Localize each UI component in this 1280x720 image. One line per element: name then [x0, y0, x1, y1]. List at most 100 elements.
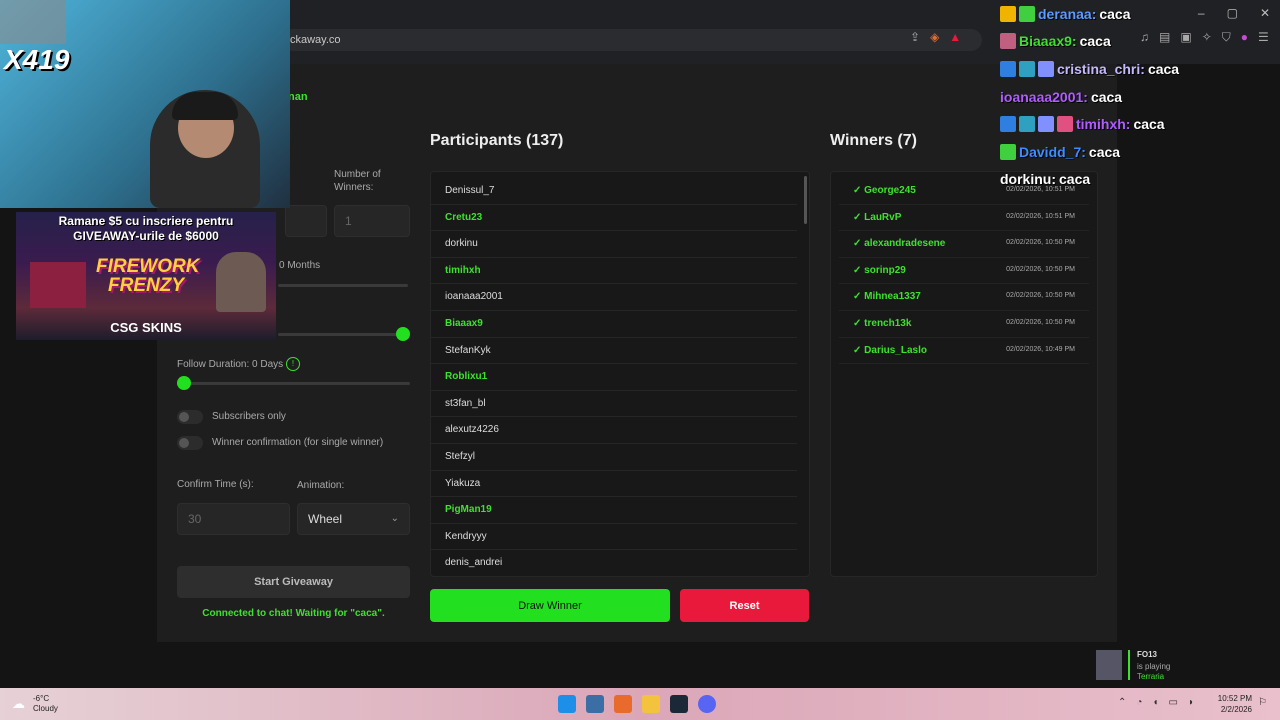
participant-row: st3fan_bl	[431, 391, 797, 418]
chat-message: Davidd_7: caca	[1000, 138, 1280, 166]
notification-status: is playing	[1137, 662, 1171, 671]
weather-widget[interactable]: -6°C Cloudy	[33, 694, 58, 714]
winner-timestamp: 02/02/2026, 10:50 PM	[1006, 318, 1075, 326]
chat-overlay: deranaa: caca Biaaax9: caca cristina_chri: ca…	[1000, 0, 1280, 193]
ad-line2: GIVEAWAY-urile de $6000	[73, 229, 219, 243]
multiplier-slider[interactable]	[278, 333, 408, 336]
chat-username: dorkinu:	[1000, 171, 1056, 188]
participant-row: Stefzyl	[431, 444, 797, 471]
brave-icon[interactable]	[614, 695, 632, 713]
start-giveaway-button[interactable]: Start Giveaway	[177, 566, 410, 598]
brave-shield-icon[interactable]: ◈	[930, 30, 939, 44]
participant-row: dorkinu	[431, 231, 797, 258]
confirm-time-input[interactable]: 30	[177, 503, 290, 535]
months-label: 0 Months	[279, 260, 321, 271]
address-bar[interactable]: ckaway.co	[282, 29, 982, 51]
chat-message: dorkinu: caca	[1000, 166, 1280, 194]
reset-button[interactable]: Reset	[680, 589, 809, 622]
chat-text: caca	[1133, 116, 1165, 133]
volume-icon[interactable]: ◖	[1152, 697, 1158, 708]
winner-row: ✓ trench13k 02/02/2026, 10:50 PM	[839, 311, 1089, 338]
taskbar-apps	[558, 695, 716, 713]
info-icon[interactable]: !	[286, 357, 300, 371]
participants-title: Participants (137)	[430, 132, 564, 149]
steam-notification: FO13 is playing Terraria	[1096, 648, 1180, 684]
friend-avatar	[1096, 650, 1122, 680]
follow-duration-slider[interactable]	[177, 382, 410, 385]
taskbar: ☁ -6°C Cloudy ⌃ ◔ ◖ ▭ ◗ 10:52 PM 2/2/202…	[0, 688, 1280, 720]
participant-row: alexutz4226	[431, 417, 797, 444]
participant-row: Biaaax9	[431, 311, 797, 338]
winner-confirmation-toggle[interactable]	[177, 436, 203, 450]
chat-badge-icon	[1038, 60, 1054, 77]
winner-name: ✓ trench13k	[853, 317, 912, 329]
display-icon[interactable]: ▭	[1168, 697, 1177, 708]
months-slider[interactable]	[278, 284, 408, 287]
participants-scrollbar[interactable]	[804, 176, 807, 224]
draw-winner-button[interactable]: Draw Winner	[430, 589, 670, 622]
filter-input[interactable]	[285, 205, 327, 237]
winner-confirmation-label: Winner confirmation (for single winner)	[212, 437, 384, 448]
animation-select-value: Wheel	[308, 512, 343, 526]
winners-list: ✓ George245 02/02/2026, 10:51 PM ✓ LauRvP 0…	[830, 171, 1098, 577]
chat-username: Biaaax9:	[1019, 33, 1077, 50]
weather-icon[interactable]: ☁	[12, 696, 25, 712]
chat-username: Davidd_7:	[1019, 143, 1086, 160]
ad-building-graphic	[30, 262, 86, 308]
webcam-overlay: X419	[0, 0, 290, 208]
discord-icon[interactable]	[698, 695, 716, 713]
chat-text: caca	[1059, 171, 1091, 188]
clock[interactable]: 10:52 PM 2/2/2026	[1212, 693, 1252, 715]
number-of-winners-label: Number of Winners:	[334, 169, 381, 193]
speaker-icon[interactable]: ◗	[1188, 697, 1194, 708]
chat-text: caca	[1099, 5, 1131, 22]
winner-name: ✓ alexandradesene	[853, 238, 946, 250]
ad-game-title: FIREWORK FRENZY	[96, 256, 200, 296]
follow-duration-label: Follow Duration: 0 Days	[177, 359, 284, 370]
steam-icon[interactable]	[670, 695, 688, 713]
participant-row: timihxh	[431, 258, 797, 285]
winner-timestamp: 02/02/2026, 10:50 PM	[1006, 292, 1075, 300]
streamer-name-fragment: nan	[288, 91, 308, 103]
chat-message: deranaa: caca	[1000, 0, 1280, 28]
winners-title: Winners (7)	[830, 132, 917, 149]
network-icon[interactable]: ◔	[1136, 697, 1142, 708]
chat-text: caca	[1090, 88, 1123, 105]
winner-timestamp: 02/02/2026, 10:49 PM	[1006, 345, 1075, 353]
file-explorer-icon[interactable]	[642, 695, 660, 713]
notifications-icon[interactable]: ⚐	[1258, 697, 1267, 708]
temperature: -6°C	[33, 694, 50, 703]
participant-row: Kendryyy	[431, 524, 797, 551]
chat-username: timihxh:	[1076, 116, 1131, 133]
winner-row: ✓ Darius_Laslo 02/02/2026, 10:49 PM	[839, 338, 1089, 365]
clock-date: 2/2/2026	[1220, 705, 1252, 714]
subscribers-only-label: Subscribers only	[212, 411, 286, 422]
animation-select[interactable]: Wheel ⌄	[297, 503, 410, 535]
winner-name: ✓ Darius_Laslo	[853, 344, 927, 356]
number-of-winners-input[interactable]: 1	[334, 205, 410, 237]
chat-badge-icon	[1000, 60, 1016, 77]
chevron-up-icon[interactable]: ⌃	[1118, 697, 1126, 708]
chat-text: caca	[1079, 33, 1111, 50]
subscribers-only-toggle[interactable]	[177, 410, 203, 424]
rewards-icon[interactable]: ▲	[949, 30, 961, 44]
chat-username: ioanaaa2001:	[1000, 88, 1088, 105]
chat-message: timihxh: caca	[1000, 110, 1280, 138]
participants-list[interactable]: Denissul_7 Cretu23 dorkinu timihxh ioanaaa20…	[430, 171, 810, 577]
connection-status: Connected to chat! Waiting for "caca".	[202, 608, 385, 619]
start-icon[interactable]	[558, 695, 576, 713]
winner-timestamp: 02/02/2026, 10:51 PM	[1006, 212, 1075, 220]
participant-row: Roblixu1	[431, 364, 797, 391]
chat-badge-icon	[1057, 116, 1073, 133]
confirm-time-label: Confirm Time (s):	[177, 479, 254, 490]
share-icon[interactable]: ⇪	[910, 30, 920, 44]
winner-name: ✓ George245	[853, 185, 916, 196]
multiplier-slider-handle[interactable]	[396, 327, 410, 341]
chat-message: ioanaaa2001: caca	[1000, 83, 1280, 111]
weather-condition: Cloudy	[33, 704, 58, 713]
notification-user: FO13	[1137, 650, 1158, 659]
task-view-icon[interactable]	[586, 695, 604, 713]
chat-username: deranaa:	[1038, 5, 1097, 22]
follow-duration-handle[interactable]	[177, 376, 191, 390]
winner-row: ✓ sorinp29 02/02/2026, 10:50 PM	[839, 258, 1089, 285]
